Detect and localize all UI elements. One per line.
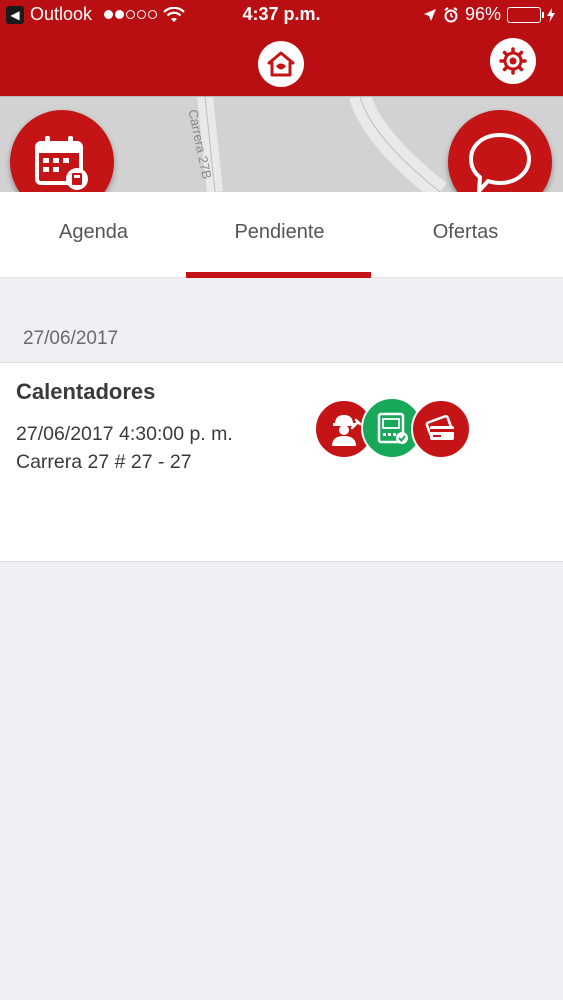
location-arrow-icon	[423, 8, 436, 21]
checklist-icon	[377, 412, 408, 444]
charging-bolt-icon	[547, 7, 555, 22]
tab-pendiente[interactable]: Pendiente	[186, 192, 373, 272]
calendar-icon	[35, 136, 88, 190]
status-right: 96%	[423, 4, 555, 25]
settings-button[interactable]	[490, 38, 536, 84]
list-item[interactable]: Calentadores 27/06/2017 4:30:00 p. m. Ca…	[0, 362, 563, 562]
section-date-header: 27/06/2017	[23, 328, 119, 349]
gear-icon	[499, 47, 527, 75]
home-button[interactable]	[258, 41, 304, 87]
tab-agenda[interactable]: Agenda	[0, 192, 187, 272]
payment-card-badge[interactable]	[411, 399, 471, 459]
home-icon	[267, 51, 295, 77]
active-tab-indicator	[186, 272, 371, 278]
payment-card-icon	[425, 414, 454, 440]
item-datetime: 27/06/2017 4:30:00 p. m.	[16, 423, 233, 445]
chat-bubble-icon	[469, 133, 531, 193]
tab-ofertas[interactable]: Ofertas	[372, 192, 559, 272]
battery-percent: 96%	[464, 4, 501, 24]
technician-icon	[332, 415, 362, 446]
alarm-icon	[444, 6, 458, 22]
tab-bar: Agenda Pendiente Ofertas	[0, 192, 563, 278]
app-header: ◀ Outlook 4:37 p.m. 96%	[0, 0, 563, 96]
item-address: Carrera 27 # 27 - 27	[16, 451, 192, 473]
battery-icon	[507, 6, 544, 23]
item-title: Calentadores	[16, 379, 156, 404]
status-bar: ◀ Outlook 4:37 p.m. 96%	[0, 0, 563, 32]
